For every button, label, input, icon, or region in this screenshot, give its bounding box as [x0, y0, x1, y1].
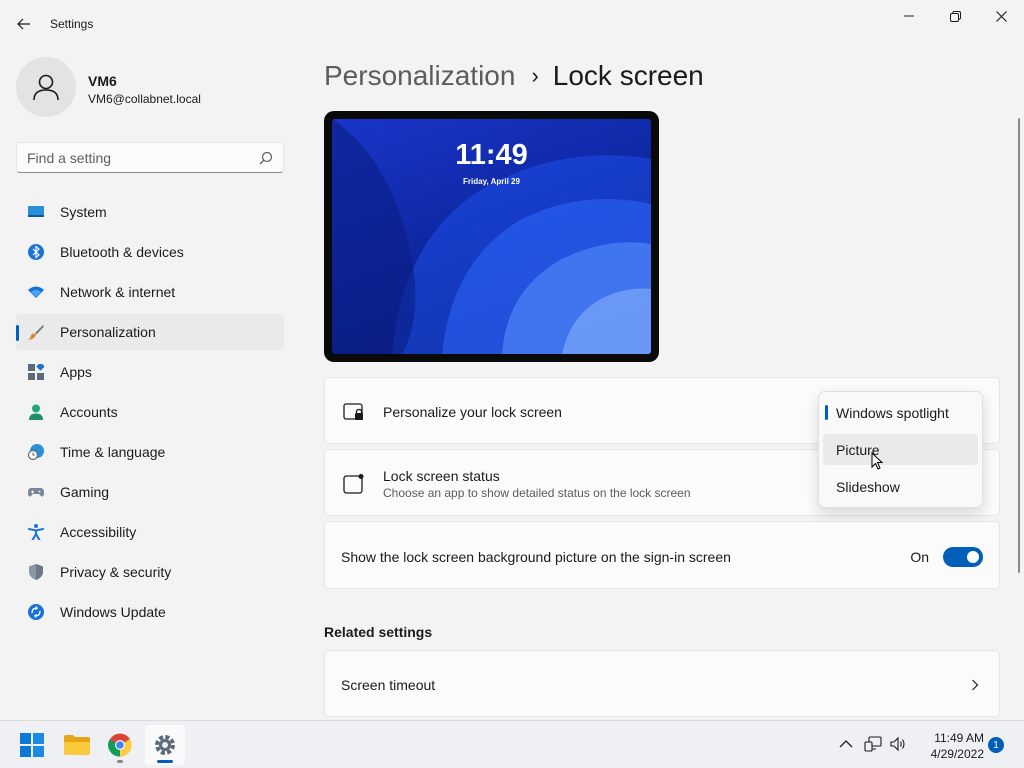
sidebar-item-label: Gaming	[60, 484, 110, 500]
sidebar-item-privacy-security[interactable]: Privacy & security	[16, 554, 284, 590]
clock-time: 11:49 AM	[934, 731, 984, 745]
wifi-icon	[28, 286, 44, 298]
sidebar-item-windows-update[interactable]: Windows Update	[16, 594, 284, 630]
chrome-icon	[108, 733, 132, 757]
taskbar-clock[interactable]: 11:49 AM 4/29/2022	[914, 730, 984, 762]
preview-time: 11:49	[455, 139, 528, 171]
screen-timeout-link[interactable]: Screen timeout	[324, 650, 1000, 717]
back-button[interactable]	[10, 12, 38, 36]
file-explorer-button[interactable]	[57, 725, 97, 765]
sidebar-item-label: Network & internet	[60, 284, 176, 300]
clock-date: 4/29/2022	[930, 747, 984, 761]
sidebar-item-label: Bluetooth & devices	[60, 244, 184, 260]
sidebar-item-label: System	[60, 204, 107, 220]
preview-date: Friday, April 29	[463, 177, 520, 186]
gamepad-icon	[28, 488, 44, 497]
system-icon	[28, 206, 44, 217]
signin-background-toggle[interactable]	[943, 547, 983, 567]
toggle-knob	[967, 551, 979, 563]
settings-taskbar-button[interactable]	[145, 725, 185, 765]
taskbar: 11:49 AM 4/29/2022 1	[0, 720, 1024, 768]
user-email: VM6@collabnet.local	[88, 92, 201, 106]
breadcrumb: Personalization › Lock screen	[324, 58, 704, 94]
notification-badge[interactable]: 1	[988, 737, 1004, 753]
sidebar-item-accessibility[interactable]: Accessibility	[16, 514, 284, 550]
gear-icon	[155, 735, 175, 755]
avatar	[16, 57, 76, 117]
clock-globe-icon	[28, 444, 44, 460]
lock-screen-preview: 11:49 Friday, April 29	[324, 111, 659, 362]
close-button[interactable]	[978, 0, 1024, 32]
sidebar-item-label: Privacy & security	[60, 564, 172, 580]
brush-icon	[28, 325, 44, 340]
person-icon	[33, 74, 59, 101]
signin-background-card: Show the lock screen background picture …	[324, 521, 1000, 589]
user-profile[interactable]: VM6 VM6@collabnet.local	[16, 57, 286, 117]
toggle-state-label: On	[910, 549, 929, 565]
sidebar-item-label: Windows Update	[60, 604, 166, 620]
close-icon	[995, 10, 1007, 22]
sidebar-item-network-internet[interactable]: Network & internet	[16, 274, 284, 310]
active-indicator	[157, 760, 173, 763]
windows-logo-icon	[20, 733, 44, 757]
sidebar-item-accounts[interactable]: Accounts	[16, 394, 284, 430]
screen-timeout-label: Screen timeout	[341, 677, 436, 693]
search-input[interactable]	[17, 143, 253, 172]
sidebar-item-label: Time & language	[60, 444, 166, 460]
search-icon[interactable]	[259, 151, 273, 165]
back-arrow-icon	[17, 18, 30, 30]
breadcrumb-parent[interactable]: Personalization	[324, 60, 515, 92]
folder-icon	[64, 735, 90, 755]
sidebar-item-apps[interactable]: Apps	[16, 354, 284, 390]
status-title: Lock screen status	[383, 468, 500, 484]
breadcrumb-separator: ›	[531, 63, 539, 88]
volume-icon[interactable]	[889, 735, 907, 753]
sidebar-item-gaming[interactable]: Gaming	[16, 474, 284, 510]
search-box[interactable]	[16, 142, 284, 173]
vertical-scrollbar[interactable]	[1018, 118, 1020, 573]
sidebar-item-label: Accessibility	[60, 524, 137, 540]
user-name: VM6	[88, 73, 117, 89]
apps-icon	[28, 364, 44, 380]
sidebar-item-personalization[interactable]: Personalization	[16, 314, 284, 350]
title-bar: Settings	[0, 0, 1024, 48]
preview-wallpaper: 11:49 Friday, April 29	[332, 119, 651, 354]
page-title: Lock screen	[552, 60, 704, 91]
network-icon[interactable]	[864, 735, 882, 753]
sidebar-nav: System Bluetooth & devices Network & int…	[16, 194, 284, 634]
lock-screen-icon	[343, 403, 363, 420]
restore-icon	[949, 10, 961, 22]
lock-screen-type-dropdown: Windows spotlight Picture Slideshow	[818, 391, 983, 508]
sidebar-item-label: Personalization	[60, 324, 156, 340]
app-title: Settings	[50, 17, 94, 31]
shield-icon	[29, 564, 43, 580]
dropdown-option-windows-spotlight[interactable]: Windows spotlight	[823, 397, 978, 428]
accounts-icon	[29, 404, 43, 420]
chevron-up-icon[interactable]	[837, 735, 855, 753]
sidebar-item-label: Apps	[60, 364, 92, 380]
sidebar-item-bluetooth-devices[interactable]: Bluetooth & devices	[16, 234, 284, 270]
running-indicator	[117, 760, 123, 763]
status-description: Choose an app to show detailed status on…	[383, 486, 691, 500]
bluetooth-icon	[28, 244, 44, 260]
mouse-cursor-icon	[871, 452, 884, 470]
update-icon	[28, 604, 44, 620]
start-button[interactable]	[12, 725, 52, 765]
sidebar-item-label: Accounts	[60, 404, 118, 420]
accessibility-icon	[28, 524, 44, 540]
related-settings-heading: Related settings	[324, 624, 433, 640]
sidebar-item-time-language[interactable]: Time & language	[16, 434, 284, 470]
chevron-right-icon	[972, 679, 979, 691]
minimize-button[interactable]	[886, 0, 932, 32]
personalize-title: Personalize your lock screen	[383, 404, 562, 420]
status-app-icon	[343, 474, 364, 494]
dropdown-option-picture[interactable]: Picture	[823, 434, 978, 465]
restore-button[interactable]	[932, 0, 978, 32]
chrome-button[interactable]	[100, 725, 140, 765]
signin-background-title: Show the lock screen background picture …	[341, 549, 731, 565]
minimize-icon	[904, 15, 914, 17]
dropdown-option-slideshow[interactable]: Slideshow	[823, 471, 978, 502]
sidebar-item-system[interactable]: System	[16, 194, 284, 230]
